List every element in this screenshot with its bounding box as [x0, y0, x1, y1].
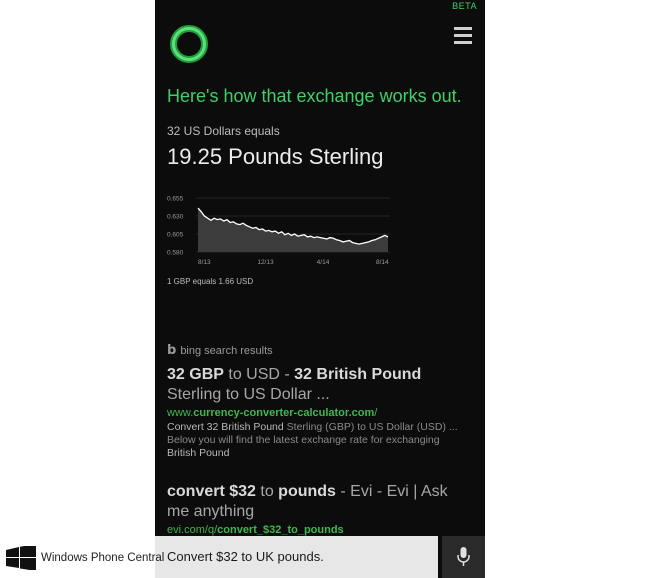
search-result: convert $32 to pounds - Evi - Evi | Ask … — [167, 482, 472, 536]
bing-results-header: b bing search results — [167, 343, 273, 358]
y-tick-label: 0.605 — [167, 232, 184, 239]
bing-logo-icon: b — [167, 343, 177, 358]
query-input[interactable]: Convert $32 to UK pounds. — [155, 536, 438, 578]
y-tick-label: 0.630 — [167, 214, 184, 221]
x-tick-label: 12/13 — [257, 259, 274, 266]
microphone-icon — [457, 547, 470, 566]
bing-label: bing search results — [180, 344, 273, 357]
conversion-from: 32 US Dollars equals — [167, 124, 280, 138]
exchange-rate-note: 1 GBP equals 1.66 USD — [167, 277, 254, 286]
watermark: Windows Phone Central — [6, 546, 164, 570]
search-result-url[interactable]: evi.com/q/convert_$32_to_pounds — [167, 524, 472, 536]
x-tick-label: 8/13 — [198, 259, 211, 266]
microphone-button[interactable] — [442, 536, 485, 578]
search-result: 32 GBP to USD - 32 British Pound Sterlin… — [167, 365, 472, 460]
query-text: Convert $32 to UK pounds. — [167, 549, 324, 564]
cortana-screen: BETA Here's how that exchange works out.… — [155, 0, 485, 578]
y-tick-label: 0.655 — [167, 196, 184, 203]
search-result-url[interactable]: www.currency-converter-calculator.com/ — [167, 407, 472, 419]
chart-area — [198, 208, 388, 252]
search-result-title-link[interactable]: 32 GBP to USD - 32 British Pound Sterlin… — [167, 365, 472, 405]
beta-label: BETA — [452, 1, 477, 11]
watermark-text: Windows Phone Central — [41, 552, 165, 564]
search-result-snippet: Convert 32 British Pound Sterling (GBP) … — [167, 421, 458, 459]
windows-logo-icon — [6, 546, 36, 570]
cortana-circle-icon[interactable] — [169, 24, 209, 64]
hamburger-menu-icon[interactable] — [454, 27, 472, 45]
cortana-response: Here's how that exchange works out. — [167, 86, 462, 106]
conversion-result: 19.25 Pounds Sterling — [167, 144, 384, 169]
x-tick-label: 4/14 — [317, 259, 330, 266]
exchange-rate-chart: 0.655 0.630 0.605 0.580 8/13 12/13 4/14 8/14 — [167, 196, 390, 266]
x-tick-label: 8/14 — [376, 259, 389, 266]
y-tick-label: 0.580 — [167, 250, 184, 257]
search-result-title-link[interactable]: convert $32 to pounds - Evi - Evi | Ask … — [167, 482, 472, 522]
